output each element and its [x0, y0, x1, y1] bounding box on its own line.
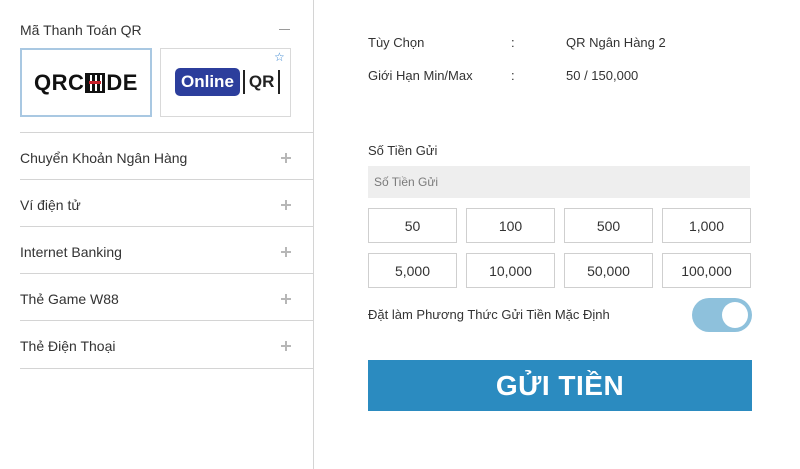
limit-value: 50 / 150,000: [566, 68, 639, 83]
amount-input[interactable]: [368, 166, 750, 198]
qr-option-online-qr[interactable]: Online QR ☆: [160, 48, 291, 117]
quick-amount-button[interactable]: 50,000: [564, 253, 653, 288]
sidebar-item-label: Thẻ Điện Thoại: [20, 338, 116, 354]
default-method-toggle[interactable]: [692, 298, 752, 332]
deposit-submit-button[interactable]: GỬI TIỀN: [368, 360, 752, 411]
sidebar-divider: [20, 368, 313, 369]
sidebar-item-label: Ví điện tử: [20, 197, 81, 213]
option-separator: :: [511, 35, 515, 50]
star-icon: ☆: [274, 50, 285, 64]
qrcode-logo-text-left: QRC: [34, 70, 85, 95]
plus-icon: [281, 294, 291, 304]
sidebar-item-phone-card[interactable]: Thẻ Điện Thoại: [20, 320, 313, 367]
sidebar-item-label: Thẻ Game W88: [20, 291, 119, 307]
online-qr-logo-qr: QR: [242, 70, 281, 94]
quick-amount-button[interactable]: 100,000: [662, 253, 751, 288]
limit-label: Giới Hạn Min/Max: [368, 68, 473, 83]
online-qr-logo: Online QR: [175, 67, 281, 97]
qr-section-title: Mã Thanh Toán QR: [20, 22, 142, 38]
sidebar-item-game-card[interactable]: Thẻ Game W88: [20, 273, 313, 320]
quick-amount-button[interactable]: 5,000: [368, 253, 457, 288]
quick-amount-button[interactable]: 100: [466, 208, 555, 243]
quick-amount-button[interactable]: 500: [564, 208, 653, 243]
qr-glyph-icon: [85, 73, 106, 93]
quick-amount-button[interactable]: 50: [368, 208, 457, 243]
sidebar-item-label: Internet Banking: [20, 244, 122, 260]
sidebar-item-e-wallet[interactable]: Ví điện tử: [20, 179, 313, 226]
quick-amount-button[interactable]: 10,000: [466, 253, 555, 288]
amount-label: Số Tiền Gửi: [368, 143, 438, 158]
plus-icon: [281, 200, 291, 210]
sidebar-item-label: Chuyển Khoản Ngân Hàng: [20, 150, 188, 166]
qr-section-header[interactable]: Mã Thanh Toán QR: [20, 20, 294, 42]
limit-separator: :: [511, 68, 515, 83]
sidebar-item-internet-banking[interactable]: Internet Banking: [20, 226, 313, 273]
collapse-icon[interactable]: [279, 29, 290, 30]
plus-icon: [281, 341, 291, 351]
qrcode-logo-text-right: DE: [106, 70, 138, 95]
option-value: QR Ngân Hàng 2: [566, 35, 666, 50]
default-method-label: Đặt làm Phương Thức Gửi Tiền Mặc Định: [368, 307, 610, 322]
option-label: Tùy Chọn: [368, 35, 425, 50]
plus-icon: [281, 247, 291, 257]
quick-amount-button[interactable]: 1,000: [662, 208, 751, 243]
qrcode-logo: QRC DE: [34, 70, 138, 96]
online-qr-logo-pill: Online: [175, 68, 240, 96]
plus-icon: [281, 153, 291, 163]
qr-option-qrcode[interactable]: QRC DE: [20, 48, 152, 117]
payment-method-sidebar: Mã Thanh Toán QR QRC DE Online QR ☆ Chuy…: [0, 0, 314, 469]
toggle-knob: [722, 302, 748, 328]
sidebar-item-bank-transfer[interactable]: Chuyển Khoản Ngân Hàng: [20, 132, 313, 179]
